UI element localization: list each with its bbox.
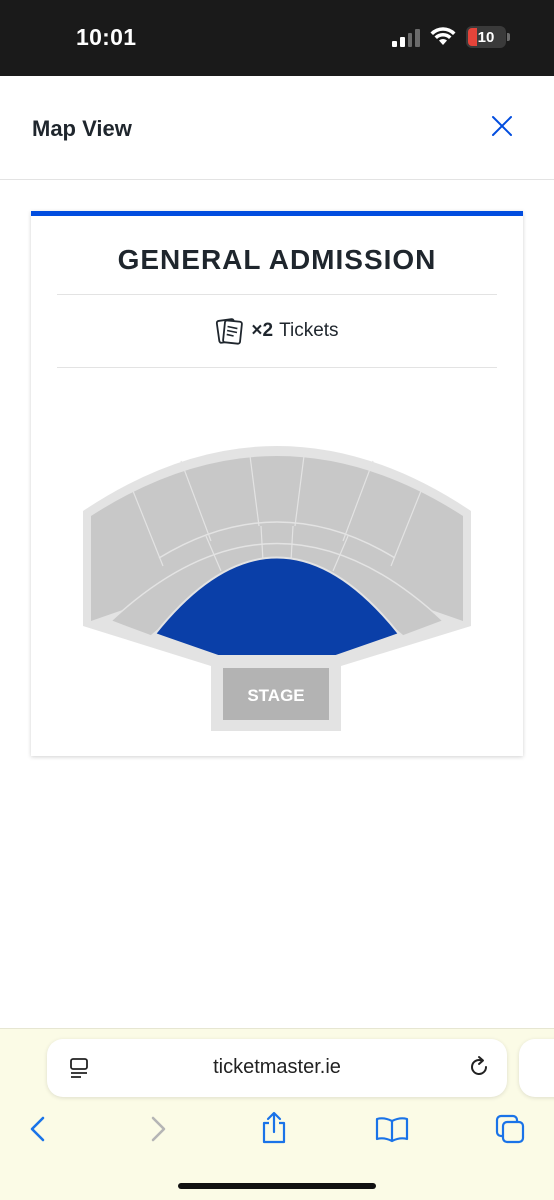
modal-header: Map View [0,76,554,180]
signal-icon [392,27,420,47]
section-title: GENERAL ADMISSION [117,244,437,275]
battery-level: 10 [477,28,495,46]
divider [57,294,497,295]
reload-icon[interactable] [467,1055,491,1079]
status-icons: 10 [392,26,510,48]
wifi-icon [430,27,456,45]
close-icon [492,116,512,136]
close-button[interactable] [488,112,516,140]
ticket-quantity: ×2 Tickets [31,316,523,346]
address-bar[interactable]: ticketmaster.ie [47,1039,507,1097]
forward-icon[interactable] [146,1115,170,1143]
page-title: Map View [32,116,132,141]
bookmarks-icon[interactable] [374,1115,410,1143]
seat-map: STAGE [83,446,471,731]
browser-toolbar: ticketmaster.ie [0,1028,554,1200]
status-time: 10:01 [76,24,137,50]
next-tab-preview[interactable] [519,1039,554,1097]
tabs-icon[interactable] [494,1113,526,1145]
ticket-icon [216,318,244,345]
home-indicator [178,1183,376,1189]
ticket-count: ×2 [251,320,274,341]
divider [57,367,497,368]
share-icon[interactable] [260,1111,288,1145]
stage-label: STAGE [247,686,304,705]
ticket-label: Tickets [279,320,339,341]
battery-icon: 10 [466,26,510,48]
seat-info-card: GENERAL ADMISSION ×2 Tickets STAGE [31,211,523,756]
status-bar: 10:01 10 [0,0,554,76]
back-icon[interactable] [26,1115,50,1143]
url-text[interactable]: ticketmaster.ie [47,1056,507,1079]
